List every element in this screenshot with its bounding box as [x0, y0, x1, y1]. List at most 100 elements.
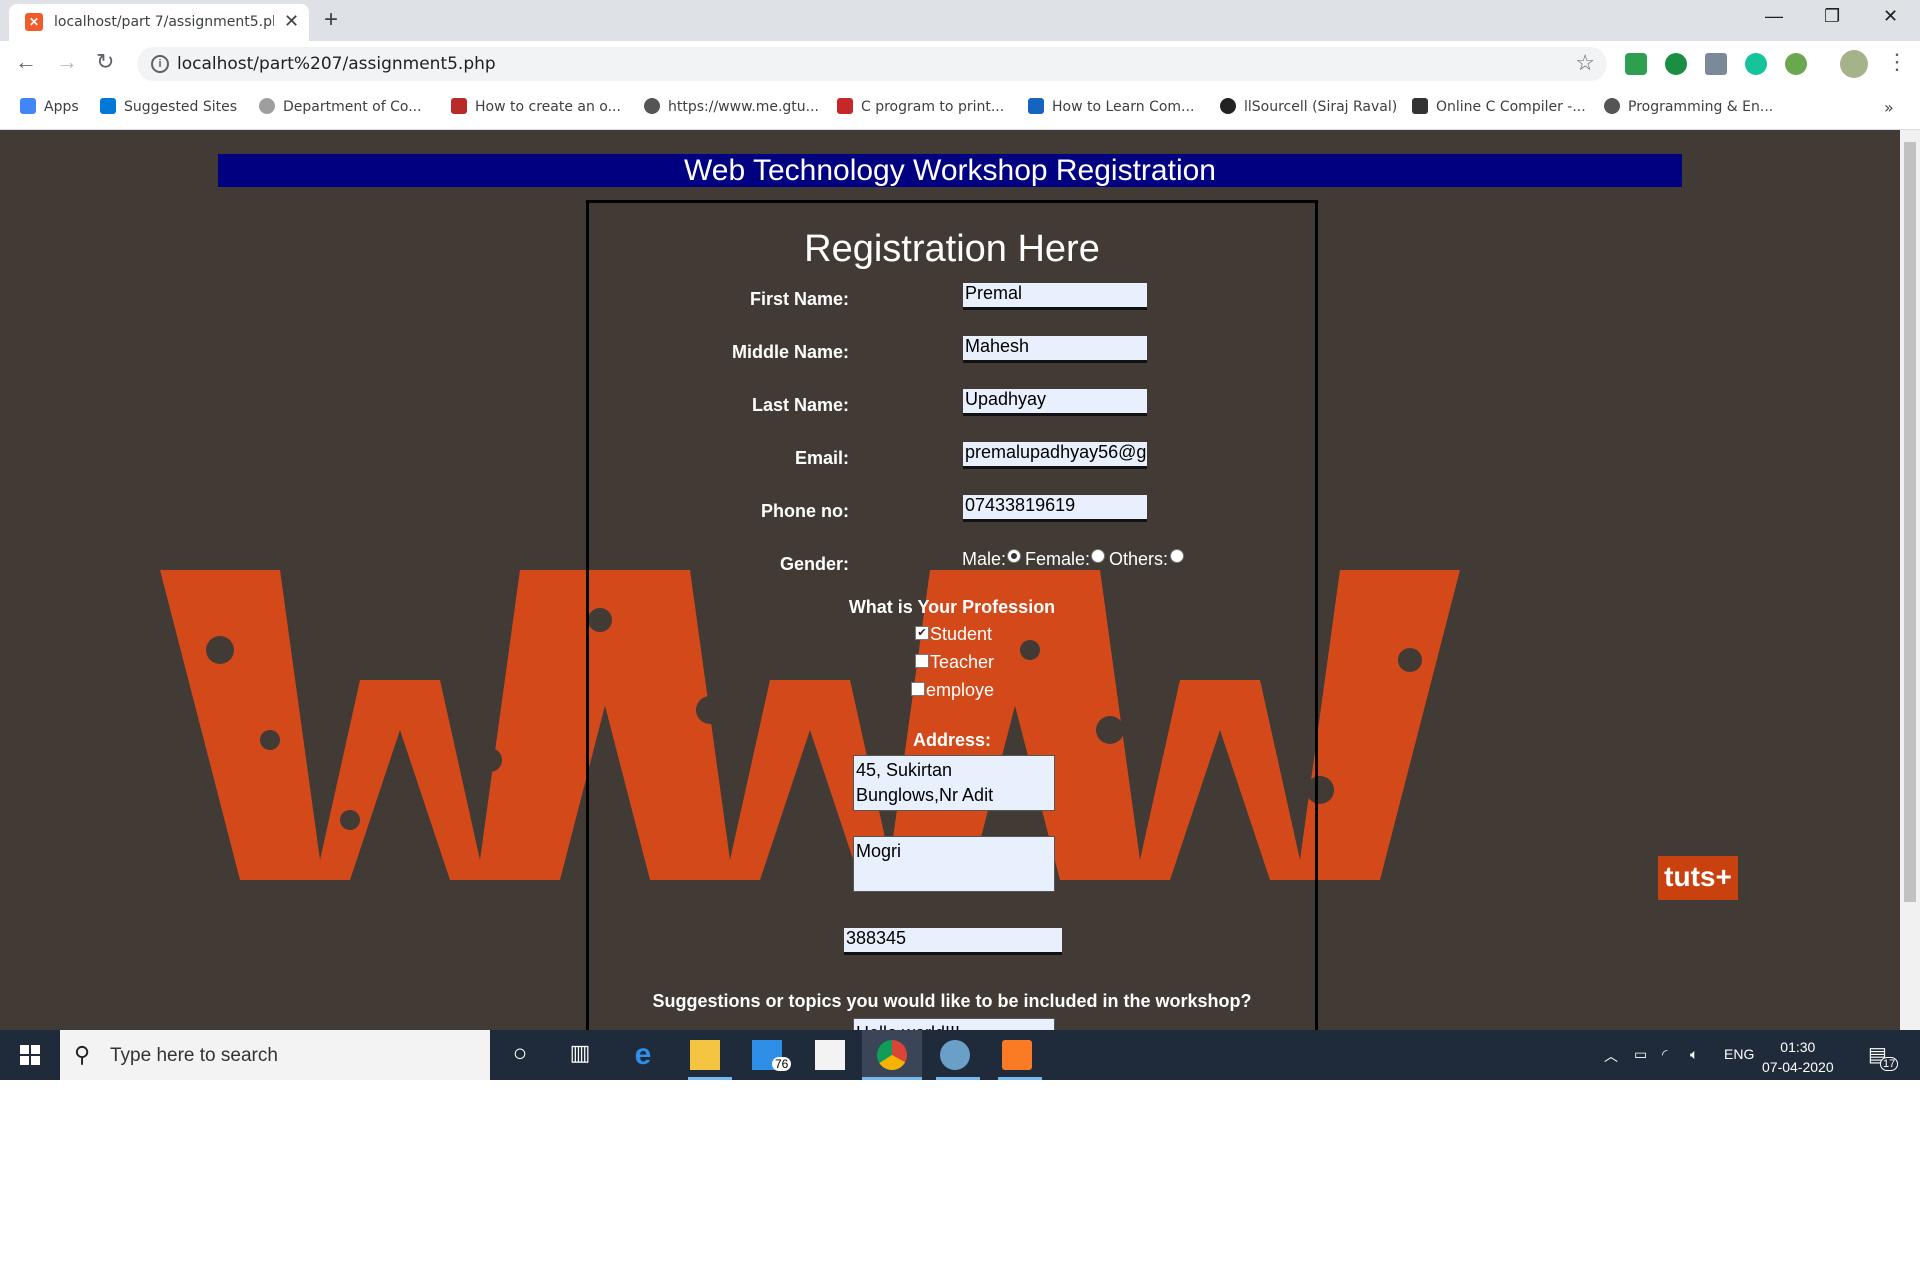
profile-avatar[interactable]: [1840, 50, 1868, 78]
address-line1-textarea[interactable]: 45, Sukirtan Bunglows,Nr Adit: [853, 755, 1055, 811]
bookmark-compiler[interactable]: Online C Compiler -...: [1412, 98, 1586, 115]
address-bar[interactable]: i localhost/part%207/assignment5.php ☆: [137, 47, 1607, 81]
registration-form: Registration Here First Name: Premal Mid…: [586, 200, 1318, 1030]
tab-title: localhost/part 7/assignment5.ph: [54, 14, 274, 30]
bookmark-label: llSourcell (Siraj Raval): [1244, 99, 1398, 115]
bookmark-github[interactable]: llSourcell (Siraj Raval): [1220, 98, 1397, 115]
browser-tab[interactable]: ✕ localhost/part 7/assignment5.ph ✕: [9, 4, 309, 41]
wifi-icon[interactable]: ◜: [1662, 1046, 1667, 1063]
page-scrollbar[interactable]: [1900, 130, 1920, 1030]
edge-icon[interactable]: e: [628, 1040, 658, 1070]
bookmark-label: C program to print...: [861, 99, 1005, 115]
bookmark-label: https://www.me.gtu...: [668, 99, 819, 115]
screen: ✕ localhost/part 7/assignment5.ph ✕ + — …: [0, 0, 1920, 1080]
reload-icon[interactable]: ↻: [96, 49, 114, 75]
student-checkbox[interactable]: ✔: [915, 626, 929, 640]
address-line2-textarea[interactable]: Mogri: [853, 836, 1055, 892]
chrome-active-indicator: [862, 1077, 922, 1080]
cast-extension-icon[interactable]: [1705, 53, 1727, 75]
gender-male-label: Male:: [962, 549, 1007, 569]
gender-female-radio[interactable]: [1091, 549, 1105, 563]
bookmark-apps[interactable]: Apps: [20, 98, 79, 115]
gender-label: Gender:: [779, 554, 849, 574]
cortana-icon[interactable]: ○: [505, 1040, 535, 1070]
bookmark-suggested-sites[interactable]: Suggested Sites: [100, 98, 237, 115]
battery-icon[interactable]: ▭: [1634, 1046, 1647, 1063]
last-name-label: Last Name:: [751, 395, 849, 415]
maximize-button[interactable]: ❐: [1824, 6, 1840, 27]
employe-checkbox[interactable]: [911, 682, 925, 696]
bookmark-label: How to Learn Com...: [1052, 99, 1195, 115]
scrollbar-thumb[interactable]: [1904, 142, 1916, 902]
windows-start-icon[interactable]: [20, 1045, 40, 1065]
phone-input[interactable]: 07433819619: [963, 495, 1147, 522]
forward-icon[interactable]: →: [56, 49, 78, 75]
volume-icon[interactable]: 🔈︎: [1690, 1046, 1698, 1063]
apps-grid-icon: [20, 98, 36, 114]
page-banner: Web Technology Workshop Registration: [218, 154, 1682, 187]
info-icon[interactable]: i: [151, 55, 169, 73]
suggestions-label: Suggestions or topics you would like to …: [652, 991, 1252, 1011]
language-indicator[interactable]: ENG: [1724, 1046, 1754, 1062]
globe-icon: [644, 98, 660, 114]
quora-icon: [451, 98, 467, 114]
bookmark-programming[interactable]: Programming & En...: [1604, 98, 1773, 115]
xampp-icon[interactable]: [1002, 1040, 1032, 1070]
bookmark-star-icon[interactable]: ☆: [1575, 50, 1595, 76]
gender-male-radio[interactable]: [1007, 549, 1021, 563]
close-window-button[interactable]: ✕: [1883, 6, 1898, 27]
first-name-label: First Name:: [749, 289, 849, 309]
minimize-button[interactable]: —: [1765, 6, 1783, 27]
bookmark-label: Department of Co...: [283, 99, 422, 115]
paint-icon[interactable]: [940, 1040, 970, 1070]
task-view-icon[interactable]: ▥: [565, 1040, 595, 1070]
file-explorer-icon[interactable]: [690, 1040, 720, 1070]
email-input[interactable]: premalupadhyay56@gmail.c: [963, 442, 1147, 469]
last-name-input[interactable]: Upadhyay: [963, 389, 1147, 416]
back-icon[interactable]: ←: [15, 49, 37, 75]
bookmarks-bar: Apps Suggested Sites Department of Co...…: [0, 89, 1920, 130]
bookmark-label: How to create an o...: [475, 99, 621, 115]
suggestions-textarea[interactable]: Hello world!!!: [853, 1018, 1055, 1030]
bookmark-c-program[interactable]: C program to print...: [837, 98, 1004, 115]
search-icon: ⚲: [74, 1042, 91, 1067]
browser-toolbar: ← → ↻ i localhost/part%207/assignment5.p…: [0, 41, 1920, 89]
menu-icon[interactable]: ⋮: [1886, 49, 1908, 75]
explorer-active-indicator: [688, 1077, 732, 1080]
gender-others-radio[interactable]: [1170, 549, 1184, 563]
teacher-checkbox[interactable]: [915, 654, 929, 668]
more-bookmarks-icon[interactable]: »: [1884, 98, 1894, 117]
bookmark-label: Suggested Sites: [124, 99, 238, 115]
chrome-icon[interactable]: [877, 1040, 907, 1070]
cup-icon: [837, 98, 853, 114]
extension-badge-icon[interactable]: [1665, 53, 1687, 75]
gender-female-label: Female:: [1025, 549, 1091, 569]
site-icon: [259, 98, 275, 114]
github-icon: [1220, 98, 1236, 114]
clock[interactable]: 01:30 07-04-2020: [1762, 1037, 1834, 1077]
middle-name-label: Middle Name:: [731, 342, 849, 362]
shield-extension-icon[interactable]: [1625, 53, 1647, 75]
bookmark-gtu[interactable]: https://www.me.gtu...: [644, 98, 819, 115]
grammarly-icon[interactable]: [1745, 53, 1767, 75]
close-tab-icon[interactable]: ✕: [284, 11, 299, 32]
notification-count: 17: [1880, 1057, 1899, 1071]
email-label: Email:: [794, 448, 849, 468]
phone-label: Phone no:: [761, 501, 849, 521]
tab-strip: ✕ localhost/part 7/assignment5.ph ✕ + — …: [0, 0, 1920, 41]
clock-date: 07-04-2020: [1762, 1059, 1834, 1075]
bookmark-department[interactable]: Department of Co...: [259, 98, 422, 115]
new-tab-button[interactable]: +: [324, 6, 338, 34]
pincode-input[interactable]: 388345: [844, 928, 1062, 955]
tuts-plus-logo: tuts+: [1658, 856, 1738, 900]
show-hidden-icons-icon[interactable]: ︿: [1604, 1046, 1618, 1066]
extension-icon[interactable]: [1785, 53, 1807, 75]
url-text[interactable]: localhost/part%207/assignment5.php: [177, 54, 496, 74]
middle-name-input[interactable]: Mahesh: [963, 336, 1147, 363]
web-page: Web Technology Workshop Registration tut…: [0, 130, 1900, 1030]
bookmark-learn[interactable]: How to Learn Com...: [1028, 98, 1194, 115]
taskbar-search-box[interactable]: ⚲ Type here to search: [60, 1030, 490, 1080]
store-icon[interactable]: [815, 1040, 845, 1070]
bookmark-quora[interactable]: How to create an o...: [451, 98, 621, 115]
first-name-input[interactable]: Premal: [963, 283, 1147, 310]
